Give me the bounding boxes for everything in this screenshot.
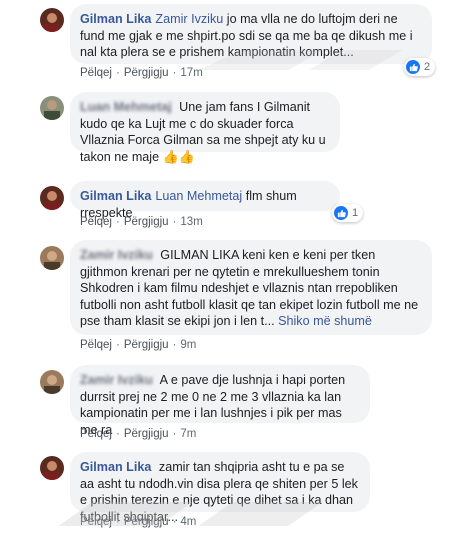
- timestamp[interactable]: 4m: [180, 516, 196, 528]
- like-link[interactable]: Pëlqej: [80, 339, 112, 351]
- reaction-number: 2: [424, 61, 431, 73]
- comment-author[interactable]: Zamir Ivziku: [80, 248, 153, 262]
- comment-bubble: Zamir Ivziku A e pave dje lushnja i hapi…: [70, 365, 370, 437]
- comment-bubble: Zamir Ivziku GILMAN LIKA keni ken e keni…: [70, 240, 432, 335]
- like-link[interactable]: Pëlqej: [80, 216, 112, 228]
- avatar[interactable]: [40, 370, 64, 394]
- like-link[interactable]: Pëlqej: [80, 67, 112, 79]
- avatar[interactable]: [40, 456, 64, 480]
- comment-bubble: Gilman Lika zamir tan shqipria asht tu e…: [70, 452, 370, 524]
- reply-link[interactable]: Përgjigju: [124, 67, 169, 79]
- comment-actions: Pëlqej · Përgjigju · 9m: [80, 339, 196, 351]
- comment-bubble: Gilman Lika Zamir Ivziku jo ma vlla ne do…: [70, 4, 432, 64]
- thumbs-up-icon: [334, 206, 348, 220]
- separator: ·: [172, 67, 177, 79]
- separator: ·: [172, 216, 177, 228]
- mention-tag[interactable]: Zamir Ivziku: [155, 12, 223, 26]
- avatar[interactable]: [40, 96, 64, 120]
- reply-link[interactable]: Përgjigju: [124, 216, 169, 228]
- separator: ·: [172, 516, 177, 528]
- avatar[interactable]: [40, 246, 64, 270]
- avatar[interactable]: [40, 186, 64, 210]
- timestamp[interactable]: 17m: [180, 67, 202, 79]
- avatar[interactable]: [40, 8, 64, 32]
- like-link[interactable]: Pëlqej: [80, 428, 112, 440]
- timestamp[interactable]: 13m: [180, 216, 202, 228]
- separator: ·: [115, 67, 120, 79]
- comment-actions: Pëlqej · Përgjigju · 13m: [80, 216, 203, 228]
- comment-author[interactable]: Gilman Lika: [80, 460, 151, 474]
- comment-actions: Pëlqej · Përgjigju · 7m: [80, 428, 196, 440]
- reply-link[interactable]: Përgjigju: [124, 428, 169, 440]
- timestamp[interactable]: 9m: [180, 339, 196, 351]
- comment-author[interactable]: Gilman Lika: [80, 12, 151, 26]
- comment-actions: Pëlqej · Përgjigju · 4m: [80, 516, 196, 528]
- see-more-link[interactable]: Shiko më shumë: [278, 314, 372, 328]
- thumbs-up-emoji: 👍👍: [162, 148, 195, 164]
- timestamp[interactable]: 7m: [180, 428, 196, 440]
- reply-link[interactable]: Përgjigju: [124, 516, 169, 528]
- comment-bubble: Luan Mehmetaj Une jam fans I Gilmanit ku…: [70, 92, 340, 164]
- reaction-count[interactable]: 1: [332, 204, 364, 222]
- mention-tag[interactable]: Luan Mehmetaj: [155, 189, 242, 203]
- comment-bubble: Gilman Lika Luan Mehmetaj flm shum rrespe…: [70, 181, 340, 220]
- reaction-count[interactable]: 2: [404, 58, 436, 76]
- separator: ·: [115, 428, 120, 440]
- like-link[interactable]: Pëlqej: [80, 516, 112, 528]
- comment-author[interactable]: Luan Mehmetaj: [80, 100, 172, 114]
- thumbs-up-icon: [406, 60, 420, 74]
- reply-link[interactable]: Përgjigju: [124, 339, 169, 351]
- reaction-number: 1: [352, 207, 359, 219]
- comment-author[interactable]: Gilman Lika: [80, 189, 151, 203]
- comment-author[interactable]: Zamir Ivziku: [80, 373, 153, 387]
- separator: ·: [115, 216, 120, 228]
- comment-actions: Pëlqej · Përgjigju · 17m: [80, 67, 203, 79]
- separator: ·: [115, 339, 120, 351]
- separator: ·: [172, 339, 177, 351]
- separator: ·: [115, 516, 120, 528]
- separator: ·: [172, 428, 177, 440]
